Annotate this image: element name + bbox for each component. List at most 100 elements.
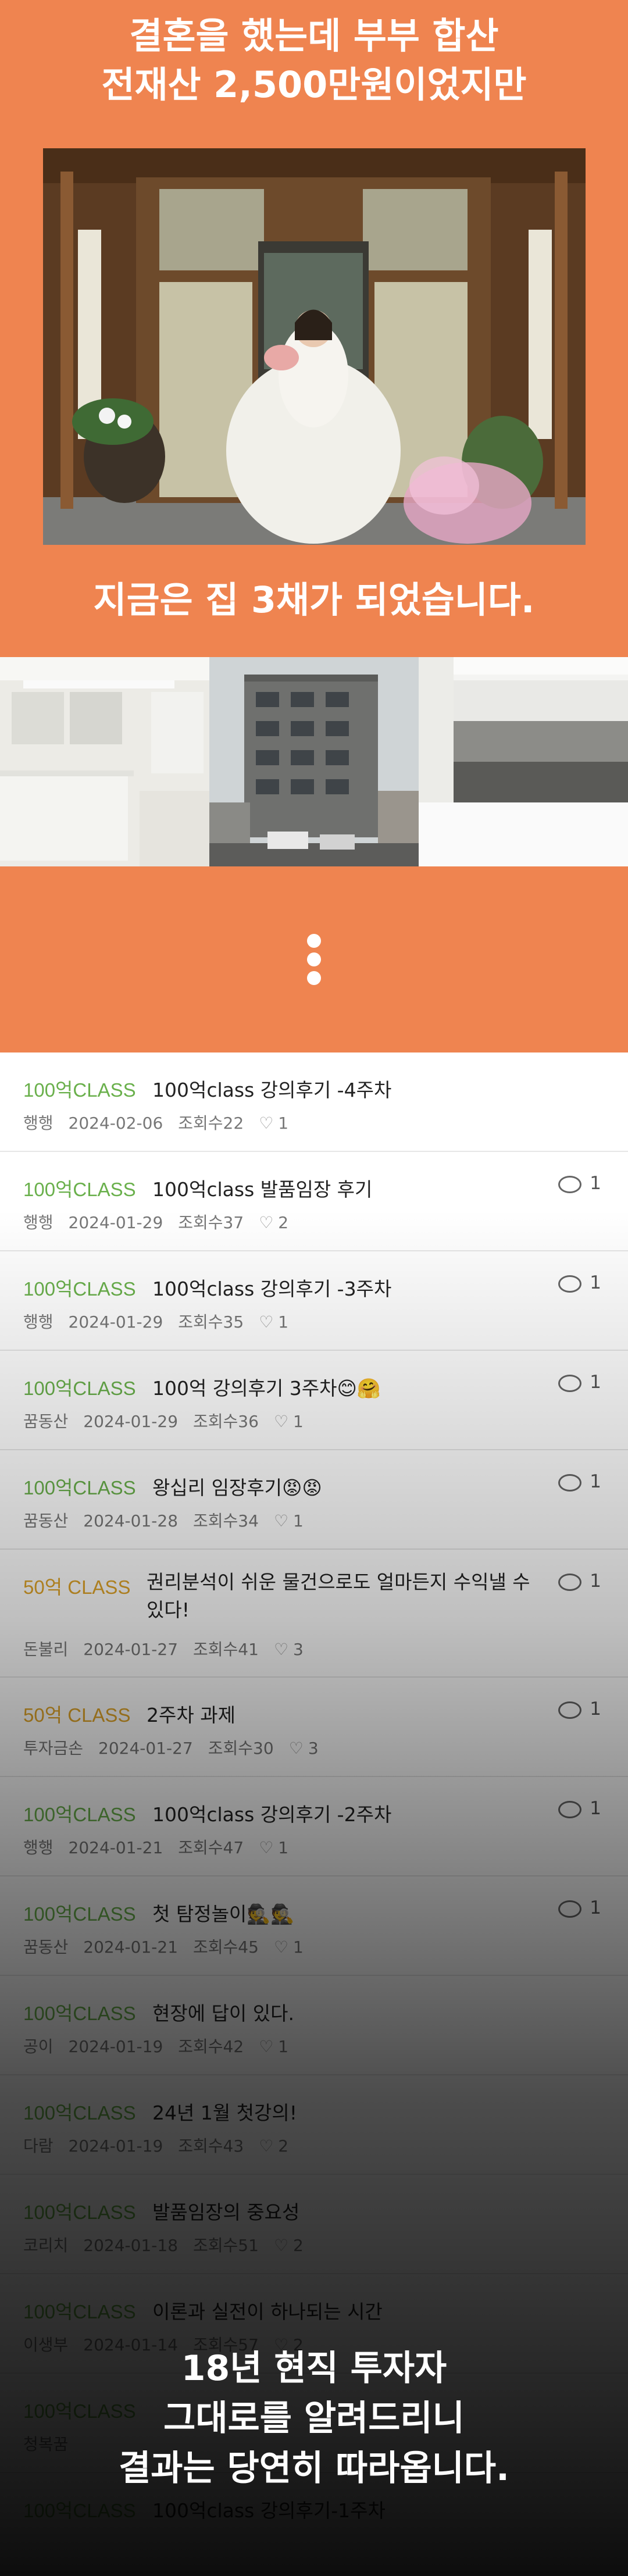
post-title[interactable]: 100억class 강의후기 -4주차	[152, 1075, 391, 1103]
post-title[interactable]: 100억class 발품임장 후기	[152, 1174, 372, 1202]
list-item[interactable]: 100억CLASS 왕십리 임장후기😡😡 꿈동산 2024-01-28 조회수34 ♡ 1 1	[0, 1450, 628, 1550]
post-meta: 행행 2024-01-21 조회수47 ♡ 1	[23, 1835, 304, 1858]
post-views: 조회수35	[178, 1312, 244, 1332]
post-likes: 3	[293, 1640, 304, 1659]
post-views: 조회수51	[193, 2236, 259, 2255]
post-likes: 2	[293, 2236, 304, 2255]
post-title[interactable]: 발품임장의 중요성	[152, 2197, 299, 2225]
comment-bubble-icon	[558, 1800, 582, 1818]
list-item[interactable]: 100억CLASS 100억class 강의후기 -4주차행행 2024-02-06…	[0, 1052, 628, 1152]
heart-icon: ♡	[288, 1739, 304, 1758]
post-title[interactable]: 2주차 과제	[147, 1700, 236, 1728]
heart-icon: ♡	[273, 1511, 289, 1530]
list-item[interactable]: 50억 CLASS 2주차 과제 투자금손 2024-01-27 조회수30 ♡ 3 1	[0, 1678, 628, 1777]
post-category: 100억CLASS	[23, 1079, 136, 1101]
wedding-photo	[43, 148, 586, 545]
post-author: 꿈동산	[23, 1938, 69, 1957]
post-date: 2024-01-21	[68, 1838, 163, 1857]
list-item[interactable]: 100억CLASS 발품임장의 중요성 코리치 2024-01-18 조회수51 ♡ 2	[0, 2175, 628, 2274]
comment-number: 1	[590, 1897, 601, 1918]
list-item[interactable]: 100억CLASS 100억class 발품임장 후기 행행 2024-01-29 조회…	[0, 1152, 628, 1251]
post-likes: 1	[278, 1838, 289, 1857]
post-category: 50억 CLASS	[23, 1576, 131, 1598]
post-author: 행행	[23, 1312, 53, 1332]
post-author: 다람	[23, 2136, 53, 2156]
list-item[interactable]: 50억 CLASS 권리분석이 쉬운 물건으로도 얼마든지 수익낼 수 있다! 돈불…	[0, 1550, 628, 1678]
post-meta: 행행 2024-01-29 조회수37 ♡ 2	[23, 1210, 304, 1233]
post-likes: 1	[293, 1938, 304, 1957]
post-meta: 돈불리 2024-01-27 조회수41 ♡ 3	[23, 1637, 319, 1660]
post-title[interactable]: 100억class 강의후기-1주차	[152, 2495, 386, 2523]
post-author: 행행	[23, 1838, 53, 1857]
list-item[interactable]: 100억CLASS 100억class 강의후기 -3주차행행 2024-01-29…	[0, 1251, 628, 1351]
comment-number: 1	[590, 1272, 601, 1293]
post-meta: 공이 2024-01-19 조회수42 ♡ 1	[23, 2034, 304, 2057]
post-title[interactable]: 현장에 답이 있다.	[152, 1998, 294, 2026]
comment-count: 1	[558, 1571, 601, 1592]
post-views: 조회수30	[208, 1739, 274, 1758]
post-date: 2024-01-27	[98, 1739, 193, 1758]
comment-bubble-icon	[558, 1175, 582, 1193]
comment-count: 1	[558, 1798, 601, 1819]
list-item[interactable]: 100억CLASS 첫 탐정놀이🕵🕵 꿈동산 2024-01-21 조회수45 ♡ 1 1	[0, 1876, 628, 1976]
post-title[interactable]: 왕십리 임장후기😡😡	[152, 1472, 322, 1500]
heart-icon: ♡	[273, 1938, 289, 1957]
comment-bubble-icon	[558, 1275, 582, 1293]
heart-icon: ♡	[259, 1838, 274, 1857]
list-item[interactable]: 100억CLASS 100억 강의후기 3주차😊🤗 꿈동산 2024-01-29 조회수…	[0, 1351, 628, 1450]
post-author: 공이	[23, 2037, 53, 2056]
comment-count: 1	[558, 1372, 601, 1393]
post-author: 코리치	[23, 2236, 69, 2255]
list-item[interactable]: 100억CLASS 100억class 강의후기 -2주차 행행 2024-01-21…	[0, 1777, 628, 1876]
comment-bubble-icon	[558, 1573, 582, 1591]
post-category: 100억CLASS	[23, 2102, 136, 2124]
comment-bubble-icon	[558, 1473, 582, 1492]
post-date: 2024-01-18	[83, 2236, 179, 2255]
heart-icon: ♡	[259, 1114, 274, 1133]
comment-number: 1	[590, 1173, 601, 1194]
post-title[interactable]: 이론과 실전이 하나되는 시간	[152, 2296, 383, 2324]
post-date: 2024-01-19	[68, 2136, 163, 2156]
post-likes: 2	[278, 1213, 289, 1232]
post-category: 100억CLASS	[23, 2500, 136, 2521]
post-views: 조회수34	[193, 1511, 259, 1530]
heart-icon: ♡	[259, 1312, 274, 1332]
list-item[interactable]: 100억CLASS 현장에 답이 있다. 공이 2024-01-19 조회수42 ♡ 1	[0, 1976, 628, 2075]
post-category: 100억CLASS	[23, 2003, 136, 2024]
comment-count: 1	[558, 1897, 601, 1918]
post-author: 꿈동산	[23, 1412, 69, 1431]
post-meta: 투자금손 2024-01-27 조회수30 ♡ 3	[23, 1736, 334, 1759]
post-category: 100억CLASS	[23, 1477, 136, 1498]
more-indicator-icon	[305, 930, 323, 989]
post-title[interactable]: 첫 탐정놀이🕵🕵	[152, 1899, 294, 1926]
bottom-line-3: 결과는 당연히 따라옵니다.	[119, 2448, 509, 2489]
list-item[interactable]: 100억CLASS 24년 1월 첫강의! 다람 2024-01-19 조회수43 ♡ 2	[0, 2075, 628, 2175]
heart-icon: ♡	[259, 2136, 274, 2156]
post-views: 조회수43	[178, 2136, 244, 2156]
post-title[interactable]: 100억class 강의후기 -3주차	[152, 1273, 391, 1301]
post-author: 꿈동산	[23, 1511, 69, 1530]
post-title[interactable]: 24년 1월 첫강의!	[152, 2097, 297, 2125]
kitchen-photo-1	[0, 657, 209, 866]
post-likes: 2	[278, 2136, 289, 2156]
post-likes: 1	[293, 1511, 304, 1530]
post-date: 2024-01-27	[83, 1640, 179, 1659]
post-title[interactable]: 권리분석이 쉬운 물건으로도 얼마든지 수익낼 수 있다!	[147, 1568, 542, 1624]
hero-headline-2: 전재산 2,500만원이었지만	[101, 63, 527, 106]
post-meta: 꿈동산 2024-01-21 조회수45 ♡ 1	[23, 1935, 319, 1958]
post-views: 조회수45	[193, 1938, 259, 1957]
post-meta: 꿈동산 2024-01-28 조회수34 ♡ 1	[23, 1508, 319, 1532]
post-date: 2024-01-29	[68, 1312, 163, 1332]
post-category: 100억CLASS	[23, 1278, 136, 1300]
heart-icon: ♡	[273, 1412, 289, 1431]
post-author: 돈불리	[23, 1640, 69, 1659]
post-title[interactable]: 100억class 강의후기 -2주차	[152, 1799, 391, 1827]
comment-number: 1	[590, 1699, 601, 1719]
post-title[interactable]: 100억 강의후기 3주차😊🤗	[152, 1373, 381, 1401]
post-author: 투자금손	[23, 1739, 84, 1758]
post-meta: 행행 2024-02-06 조회수22 ♡ 1	[23, 1111, 304, 1134]
post-views: 조회수47	[178, 1838, 244, 1857]
post-date: 2024-01-29	[83, 1412, 179, 1431]
comment-count: 1	[558, 1699, 601, 1719]
post-meta: 코리치 2024-01-18 조회수51 ♡ 2	[23, 2233, 319, 2256]
